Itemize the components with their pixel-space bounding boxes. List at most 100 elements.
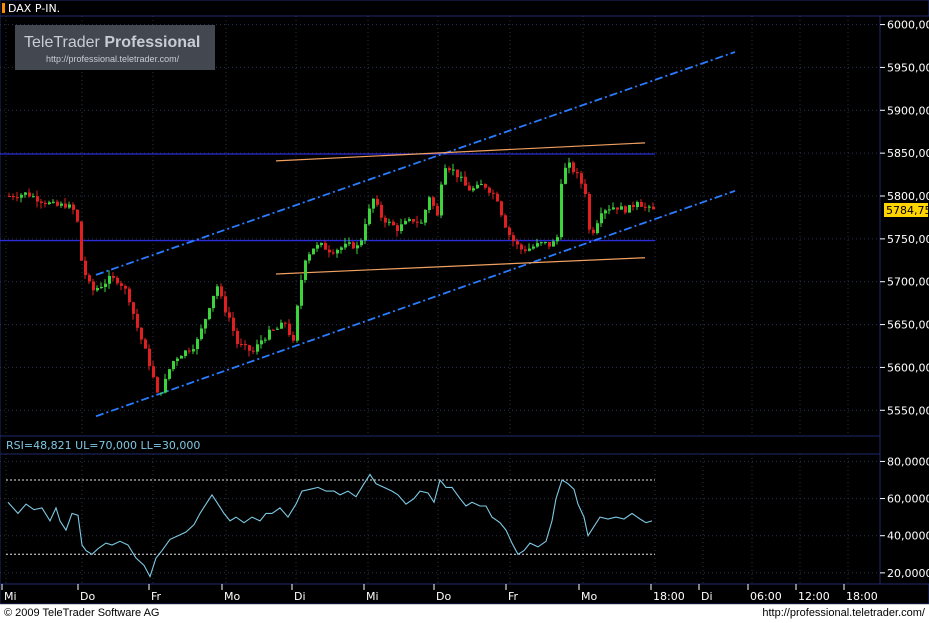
candle-body (492, 193, 495, 194)
candle-body (356, 245, 359, 248)
candle-body (508, 228, 511, 236)
candle-body (384, 218, 387, 223)
candle-body (640, 202, 643, 207)
candle-body (40, 202, 43, 203)
price-tick-label: 5800,00 (887, 190, 929, 203)
candle-body (280, 323, 283, 329)
candle-body (336, 250, 339, 254)
candle-body (60, 204, 63, 206)
candle-body (548, 242, 551, 247)
candle-body (328, 250, 331, 253)
candle-body (76, 210, 79, 222)
candle-body (256, 344, 259, 351)
footer-url: http://professional.teletrader.com/ (762, 607, 925, 619)
candle-body (32, 196, 35, 197)
candle-body (164, 379, 167, 393)
candle-body (72, 205, 75, 210)
candle-body (212, 296, 215, 308)
rsi-tick-label: 20,0000 (887, 567, 929, 580)
price-tick-label: 5600,00 (887, 361, 929, 374)
chart-canvas: DAX P-IN. TeleTrader Professional http:/… (0, 0, 929, 604)
time-tick-label: Mi (4, 590, 17, 603)
candle-body (88, 275, 91, 281)
candle-body (372, 199, 375, 209)
candle-body (520, 245, 523, 250)
candle-body (560, 184, 563, 237)
candle-body (84, 261, 87, 276)
candle-body (152, 366, 155, 377)
candle-body (352, 242, 355, 248)
candle-body (156, 377, 159, 392)
time-tick-label: 06:00 (750, 590, 782, 603)
candle-body (216, 286, 219, 296)
candle-body (68, 205, 71, 208)
candle-body (588, 194, 591, 230)
price-tick-label: 5950,00 (887, 61, 929, 74)
candle-body (648, 207, 651, 208)
candle-body (268, 330, 271, 340)
candle-body (244, 344, 247, 345)
candle-body (464, 177, 467, 186)
candle-body (100, 287, 103, 288)
candle-body (272, 330, 275, 331)
candle-body (512, 235, 515, 241)
candle-body (488, 188, 491, 193)
candle-body (392, 222, 395, 225)
svg-text:TeleTrader Professional: TeleTrader Professional (24, 34, 200, 51)
candle-body (620, 206, 623, 209)
candle-body (332, 252, 335, 253)
price-tick-label: 6000,00 (887, 19, 929, 32)
candle-body (448, 168, 451, 170)
candle-body (228, 312, 231, 317)
candle-body (176, 359, 179, 362)
candle-body (288, 324, 291, 335)
candle-body (80, 222, 83, 261)
candle-body (64, 204, 67, 208)
candle-body (108, 276, 111, 284)
candle-body (120, 283, 123, 286)
candle-body (308, 254, 311, 260)
candle-body (556, 237, 559, 241)
candle-body (536, 243, 539, 246)
title-marker (2, 3, 5, 13)
time-tick-label: Di (701, 590, 713, 603)
candle-body (544, 242, 547, 243)
candle-body (420, 223, 423, 224)
svg-text:http://professional.teletrader: http://professional.teletrader.com/ (46, 54, 180, 64)
candle-body (264, 340, 267, 341)
candle-body (460, 177, 463, 178)
candle-body (368, 209, 371, 224)
time-tick-label: 18:00 (846, 590, 878, 603)
price-tick-label: 5850,00 (887, 147, 929, 160)
candle-body (180, 356, 183, 359)
candle-body (252, 351, 255, 352)
candle-body (468, 186, 471, 191)
candle-body (200, 328, 203, 339)
chart-window: DAX P-IN. TeleTrader Professional http:/… (0, 0, 929, 622)
candle-body (236, 331, 239, 344)
candle-body (276, 329, 279, 330)
time-tick-label: Mi (366, 590, 379, 603)
candle-body (644, 207, 647, 208)
candle-body (320, 243, 323, 245)
candle-body (616, 207, 619, 209)
candle-body (388, 222, 391, 223)
copyright-text: © 2009 TeleTrader Software AG (4, 607, 159, 619)
candle-body (396, 225, 399, 231)
candle-body (144, 339, 147, 348)
candle-body (104, 284, 107, 287)
price-panel (0, 16, 880, 436)
candle-body (604, 210, 607, 213)
candle-body (116, 278, 119, 283)
candle-body (128, 289, 131, 303)
candle-body (148, 349, 151, 367)
candle-body (476, 185, 479, 188)
candle-body (600, 213, 603, 223)
status-bar: © 2009 TeleTrader Software AG http://pro… (0, 604, 929, 623)
candle-body (248, 345, 251, 350)
price-tick-label: 5700,00 (887, 276, 929, 289)
candle-body (24, 193, 27, 195)
candle-body (564, 168, 567, 184)
candle-body (324, 243, 327, 250)
teletrader-logo: TeleTrader Professional http://professio… (15, 25, 215, 70)
